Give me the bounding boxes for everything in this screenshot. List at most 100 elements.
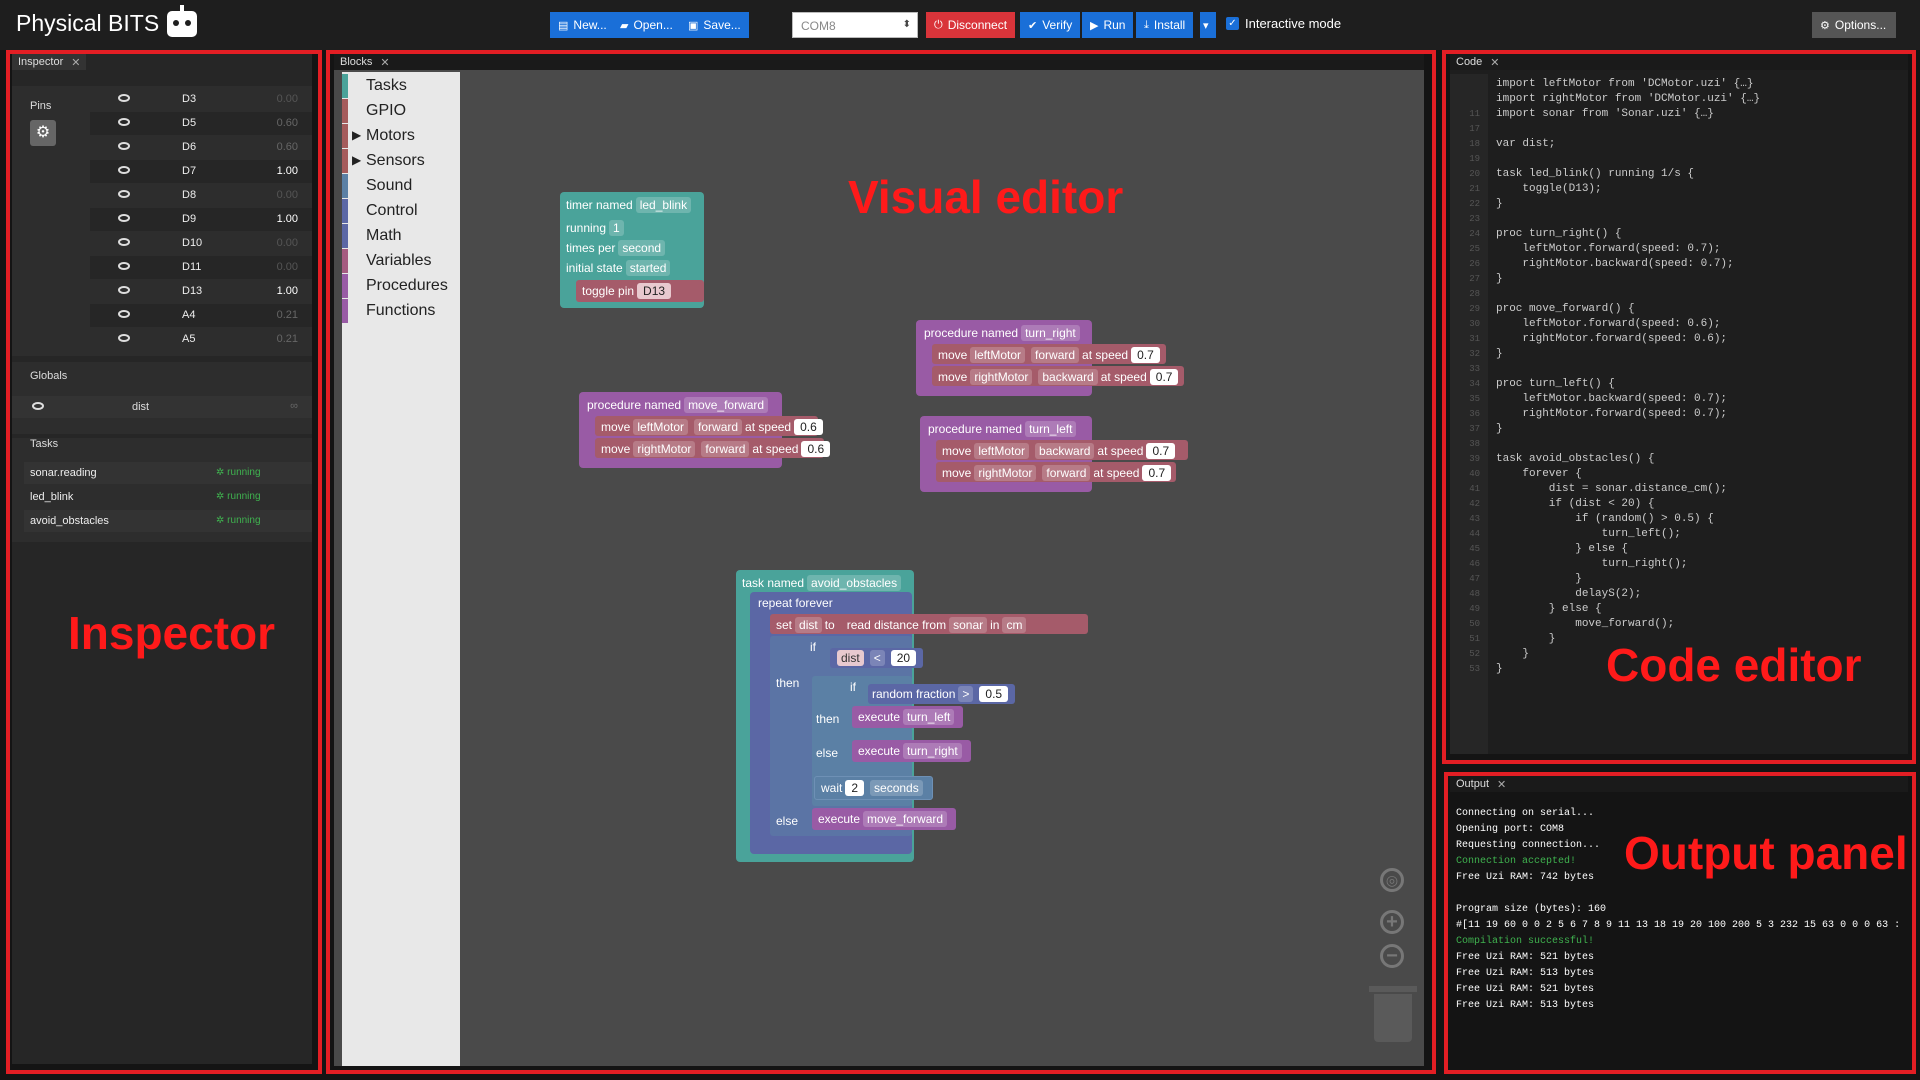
- procedure-move-forward-block[interactable]: procedure named move_forward move leftMoto…: [579, 392, 831, 468]
- direction-field[interactable]: forward: [701, 441, 750, 457]
- procedure-turn-right-block[interactable]: procedure named turn_right move leftMotor f…: [916, 320, 1184, 396]
- speed-input[interactable]: 0.7: [1149, 369, 1179, 385]
- direction-field[interactable]: backward: [1038, 369, 1098, 385]
- recenter-icon[interactable]: ◎: [1380, 868, 1404, 892]
- procedure-field[interactable]: turn_left: [903, 709, 955, 725]
- running-value[interactable]: 1: [609, 220, 624, 236]
- category-item[interactable]: GPIO: [342, 99, 460, 123]
- proc-name[interactable]: turn_right: [1021, 325, 1080, 341]
- eye-icon[interactable]: [118, 214, 130, 222]
- close-icon[interactable]: ✕: [1490, 56, 1499, 69]
- category-item[interactable]: Sound: [342, 174, 460, 198]
- task-name[interactable]: avoid_obstacles: [807, 575, 902, 591]
- blocks-tab[interactable]: Blocks ✕: [334, 54, 1424, 70]
- code-tab[interactable]: Code ✕: [1450, 54, 1908, 70]
- verify-button[interactable]: ✔ Verify: [1020, 12, 1081, 38]
- timer-name[interactable]: led_blink: [635, 197, 692, 213]
- install-dropdown-button[interactable]: ▾: [1200, 12, 1216, 38]
- if-block[interactable]: if dist <20 then if random fraction >0.5 t…: [770, 636, 1016, 836]
- move-block[interactable]: move rightMotor backward at speed 0.7: [932, 366, 1184, 386]
- speed-input[interactable]: 0.6: [801, 441, 831, 457]
- zoom-out-icon[interactable]: −: [1380, 944, 1404, 968]
- run-button[interactable]: ▶ Run: [1082, 12, 1134, 38]
- timer-block[interactable]: timer named led_blink running 1 times per s…: [560, 192, 704, 308]
- close-icon[interactable]: ✕: [380, 56, 389, 69]
- expand-arrow-icon[interactable]: ▶: [352, 128, 361, 142]
- motor-field[interactable]: leftMotor: [633, 419, 689, 435]
- direction-field[interactable]: backward: [1035, 443, 1095, 459]
- move-block[interactable]: move leftMotor forward at speed 0.6: [595, 416, 823, 436]
- motor-field[interactable]: leftMotor: [974, 443, 1030, 459]
- category-item[interactable]: Control: [342, 199, 460, 223]
- eye-icon[interactable]: [118, 334, 130, 342]
- motor-field[interactable]: rightMotor: [974, 465, 1037, 481]
- speed-input[interactable]: 0.7: [1146, 443, 1176, 459]
- sensor-field[interactable]: sonar: [949, 617, 988, 633]
- variable-field[interactable]: dist: [837, 650, 864, 666]
- random-compare-block[interactable]: random fraction >0.5: [868, 684, 1016, 704]
- output-tab[interactable]: Output ✕: [1450, 776, 1908, 792]
- direction-field[interactable]: forward: [694, 419, 743, 435]
- proc-name[interactable]: turn_left: [1025, 421, 1077, 437]
- speed-input[interactable]: 0.6: [794, 419, 823, 435]
- number-input[interactable]: 20: [890, 650, 917, 666]
- install-button[interactable]: ⤓ Install: [1136, 12, 1194, 38]
- disconnect-button[interactable]: ⏻ Disconnect: [926, 12, 1016, 38]
- proc-name[interactable]: move_forward: [684, 397, 769, 413]
- procedure-turn-left-block[interactable]: procedure named turn_left move leftMotor ba…: [920, 416, 1188, 492]
- category-item[interactable]: Variables: [342, 249, 460, 273]
- toggle-pin-value[interactable]: D13: [637, 283, 672, 299]
- repeat-forever-block[interactable]: repeat forever set dist to read distance fr…: [750, 592, 1088, 854]
- toggle-pin-block[interactable]: toggle pin D13: [576, 280, 704, 302]
- category-item[interactable]: Procedures: [342, 274, 460, 298]
- save-button[interactable]: ▣ Save...: [680, 12, 749, 38]
- eye-icon[interactable]: [118, 310, 130, 318]
- eye-icon[interactable]: [118, 286, 130, 294]
- trash-icon[interactable]: [1374, 994, 1412, 1042]
- move-block[interactable]: move leftMotor backward at speed 0.7: [936, 440, 1188, 460]
- move-block[interactable]: move rightMotor forward at speed 0.6: [595, 438, 831, 458]
- new-button[interactable]: ▤ New...: [550, 12, 615, 38]
- motor-field[interactable]: rightMotor: [970, 369, 1033, 385]
- set-variable-block[interactable]: set dist to read distance from sonar in cm: [770, 614, 1088, 634]
- eye-icon[interactable]: [118, 262, 130, 270]
- zoom-in-icon[interactable]: +: [1380, 910, 1404, 934]
- eye-icon[interactable]: [118, 94, 130, 102]
- close-icon[interactable]: ✕: [71, 56, 80, 69]
- move-block[interactable]: move rightMotor forward at speed 0.7: [936, 462, 1176, 482]
- direction-field[interactable]: forward: [1042, 465, 1091, 481]
- direction-field[interactable]: forward: [1031, 347, 1080, 363]
- open-button[interactable]: ▰ Open...: [612, 12, 681, 38]
- options-button[interactable]: ⚙ Options...: [1812, 12, 1896, 38]
- move-block[interactable]: move leftMotor forward at speed 0.7: [932, 344, 1166, 364]
- wait-input[interactable]: 2: [845, 780, 865, 796]
- operator-field[interactable]: >: [958, 686, 974, 702]
- wait-block[interactable]: wait 2 seconds: [814, 776, 933, 800]
- category-item[interactable]: Tasks: [342, 74, 460, 98]
- execute-turn-left-block[interactable]: execute turn_left: [852, 706, 964, 728]
- category-item[interactable]: Functions: [342, 299, 460, 323]
- variable-field[interactable]: dist: [795, 617, 822, 633]
- eye-icon[interactable]: [118, 166, 130, 174]
- checkbox-checked-icon[interactable]: ✓: [1226, 17, 1239, 30]
- task-avoid-obstacles-block[interactable]: task named avoid_obstacles repeat forever…: [736, 570, 1088, 862]
- close-icon[interactable]: ✕: [1497, 778, 1506, 791]
- wait-unit-field[interactable]: seconds: [870, 780, 923, 796]
- execute-turn-right-block[interactable]: execute turn_right: [852, 740, 971, 762]
- speed-input[interactable]: 0.7: [1131, 347, 1160, 363]
- procedure-field[interactable]: move_forward: [863, 811, 948, 827]
- expand-arrow-icon[interactable]: ▶: [352, 153, 361, 167]
- eye-icon[interactable]: [118, 190, 130, 198]
- category-item[interactable]: ▶ Sensors: [342, 149, 460, 173]
- inspector-tab[interactable]: Inspector ✕: [12, 54, 87, 70]
- nested-if-block[interactable]: if random fraction >0.5 then execute turn_…: [812, 676, 1016, 806]
- eye-icon[interactable]: [118, 238, 130, 246]
- procedure-field[interactable]: turn_right: [903, 743, 962, 759]
- speed-input[interactable]: 0.7: [1142, 465, 1172, 481]
- execute-move-forward-block[interactable]: execute move_forward: [812, 808, 957, 830]
- category-item[interactable]: Math: [342, 224, 460, 248]
- operator-field[interactable]: <: [869, 650, 885, 666]
- times-per-unit[interactable]: second: [618, 240, 666, 256]
- motor-field[interactable]: leftMotor: [970, 347, 1026, 363]
- motor-field[interactable]: rightMotor: [633, 441, 696, 457]
